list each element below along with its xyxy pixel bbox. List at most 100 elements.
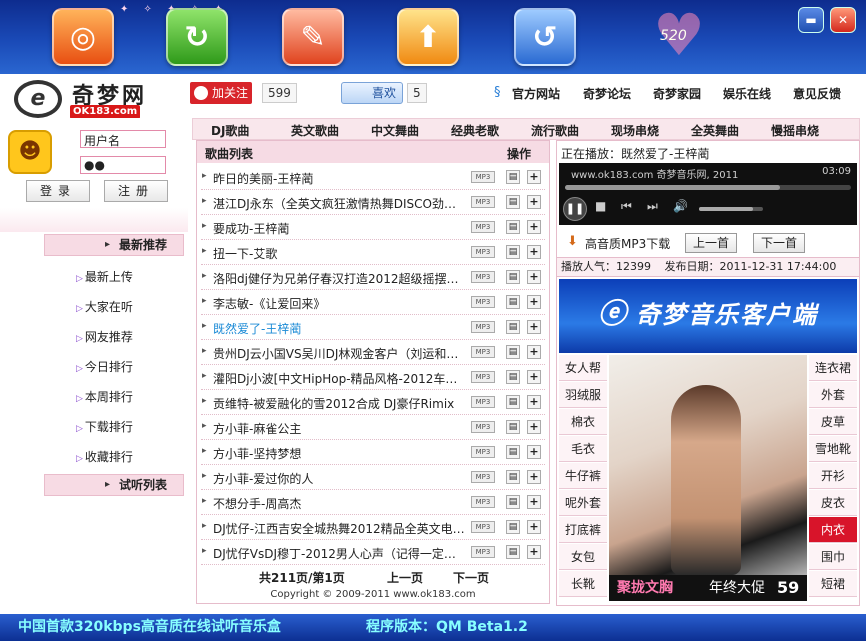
mp3-badge[interactable]: MP3: [471, 546, 495, 558]
ad-tag[interactable]: 毛衣: [559, 436, 607, 462]
volume-icon[interactable]: 🔊: [673, 199, 688, 213]
ad-tag[interactable]: 皮草: [809, 409, 857, 435]
song-row[interactable]: DJ忧仔VsDJ穆丁-2012男人心声（记得一定要… MP3 ▤ +: [201, 540, 545, 565]
section-latest-recommend[interactable]: 最新推荐: [44, 234, 184, 256]
add-icon[interactable]: +: [527, 195, 541, 209]
song-title[interactable]: 方小菲-坚持梦想: [213, 445, 465, 462]
close-button[interactable]: ✕: [830, 7, 856, 33]
download-icon[interactable]: ▤: [506, 320, 520, 334]
mp3-badge[interactable]: MP3: [471, 271, 495, 283]
tab-pop[interactable]: 流行歌曲: [531, 122, 579, 139]
pause-button[interactable]: ❚❚: [563, 197, 587, 221]
link-forum[interactable]: 奇梦论坛: [583, 85, 631, 102]
song-row[interactable]: 湛江DJ永东（全英文疯狂激情热舞DISCO劲爆… MP3 ▤ +: [201, 190, 545, 215]
prev-track-icon[interactable]: ⏮: [621, 199, 632, 214]
link-feedback[interactable]: 意见反馈: [793, 85, 841, 102]
tab-slow-medley[interactable]: 慢摇串烧: [771, 122, 819, 139]
mp3-badge[interactable]: MP3: [471, 496, 495, 508]
add-icon[interactable]: +: [527, 170, 541, 184]
ad-tag[interactable]: 短裙: [809, 571, 857, 597]
add-icon[interactable]: +: [527, 245, 541, 259]
register-button[interactable]: 注册: [104, 180, 168, 202]
add-icon[interactable]: +: [527, 470, 541, 484]
weibo-follow-button[interactable]: 加关注: [190, 82, 252, 104]
notes-icon[interactable]: ✎: [282, 8, 344, 66]
ad-tag[interactable]: 棉衣: [559, 409, 607, 435]
mp3-badge[interactable]: MP3: [471, 446, 495, 458]
password-field[interactable]: ●●: [80, 156, 166, 174]
mp3-badge[interactable]: MP3: [471, 371, 495, 383]
next-page-link[interactable]: 下一页: [453, 569, 489, 586]
download-icon[interactable]: ▤: [506, 520, 520, 534]
progress-bar[interactable]: [565, 185, 851, 190]
song-title[interactable]: 贡维特-被爱融化的雪2012合成 DJ豪仔Rimix: [213, 395, 465, 412]
ad-tag[interactable]: 女人帮: [559, 355, 607, 381]
add-icon[interactable]: +: [527, 520, 541, 534]
tab-classic[interactable]: 经典老歌: [451, 122, 499, 139]
sidebar-item-week-rank[interactable]: 本周排行: [76, 388, 133, 405]
ad-tag[interactable]: 女包: [559, 544, 607, 570]
download-icon[interactable]: ▤: [506, 495, 520, 509]
login-button[interactable]: 登录: [26, 180, 90, 202]
tab-live-medley[interactable]: 现场串烧: [611, 122, 659, 139]
section-listen-list[interactable]: 试听列表: [44, 474, 184, 496]
ad-tag[interactable]: 牛仔裤: [559, 463, 607, 489]
add-icon[interactable]: +: [527, 370, 541, 384]
ad-tag[interactable]: 皮衣: [809, 490, 857, 516]
ad-tag[interactable]: 连衣裙: [809, 355, 857, 381]
download-icon[interactable]: ▤: [506, 245, 520, 259]
sidebar-item-latest-upload[interactable]: 最新上传: [76, 268, 133, 285]
download-icon[interactable]: ▤: [506, 170, 520, 184]
song-row[interactable]: 不想分手-周高杰 MP3 ▤ +: [201, 490, 545, 515]
add-icon[interactable]: +: [527, 345, 541, 359]
mp3-badge[interactable]: MP3: [471, 421, 495, 433]
song-title[interactable]: 洛阳dj健仔为兄弟仔春汉打造2012超级摇摆…: [213, 270, 465, 287]
next-track-icon[interactable]: ⏭: [647, 199, 658, 214]
mp3-badge[interactable]: MP3: [471, 246, 495, 258]
ad-tag[interactable]: 长靴: [559, 571, 607, 597]
link-entertainment[interactable]: 娱乐在线: [723, 85, 771, 102]
song-title[interactable]: 李志敏-《让爱回来》: [213, 295, 465, 312]
mp3-badge[interactable]: MP3: [471, 196, 495, 208]
song-title[interactable]: 要成功-王梓蔺: [213, 220, 465, 237]
song-title[interactable]: 方小菲-爱过你的人: [213, 470, 465, 487]
ad-tag[interactable]: 打底裤: [559, 517, 607, 543]
prev-song-button[interactable]: 上一首: [685, 233, 737, 253]
mp3-badge[interactable]: MP3: [471, 296, 495, 308]
ad-photo[interactable]: 聚拢文胸 年终大促 59: [609, 355, 807, 601]
download-icon[interactable]: ▤: [506, 295, 520, 309]
song-row[interactable]: 方小菲-爱过你的人 MP3 ▤ +: [201, 465, 545, 490]
ad-tag[interactable]: 开衫: [809, 463, 857, 489]
mp3-badge[interactable]: MP3: [471, 171, 495, 183]
sidebar-item-favorite-rank[interactable]: 收藏排行: [76, 448, 133, 465]
mp3-badge[interactable]: MP3: [471, 471, 495, 483]
mp3-badge[interactable]: MP3: [471, 346, 495, 358]
song-row[interactable]: 扭一下-艾歌 MP3 ▤ +: [201, 240, 545, 265]
volume-slider[interactable]: [699, 207, 763, 211]
ad-tag[interactable]: 呢外套: [559, 490, 607, 516]
song-row[interactable]: 贡维特-被爱融化的雪2012合成 DJ豪仔Rimix MP3 ▤ +: [201, 390, 545, 415]
sidebar-item-everyone-listening[interactable]: 大家在听: [76, 298, 133, 315]
song-row[interactable]: 方小菲-麻雀公主 MP3 ▤ +: [201, 415, 545, 440]
upload-icon[interactable]: ⬆: [397, 8, 459, 66]
add-icon[interactable]: +: [527, 445, 541, 459]
song-title[interactable]: 既然爱了-王梓蔺: [213, 320, 465, 337]
stop-button[interactable]: ■: [595, 199, 606, 213]
like-button[interactable]: 喜欢: [341, 82, 403, 104]
download-icon[interactable]: ▤: [506, 370, 520, 384]
tab-chinese-dance[interactable]: 中文舞曲: [371, 122, 419, 139]
tab-dj[interactable]: DJ歌曲: [211, 122, 249, 139]
add-icon[interactable]: +: [527, 295, 541, 309]
song-row[interactable]: 方小菲-坚持梦想 MP3 ▤ +: [201, 440, 545, 465]
add-icon[interactable]: +: [527, 420, 541, 434]
username-field[interactable]: 用户名: [80, 130, 166, 148]
ad-tag[interactable]: 雪地靴: [809, 436, 857, 462]
sidebar-item-download-rank[interactable]: 下载排行: [76, 418, 133, 435]
song-title[interactable]: 昨日的美丽-王梓蔺: [213, 170, 465, 187]
song-row[interactable]: DJ忧仔-江西吉安全城热舞2012精品全英文电… MP3 ▤ +: [201, 515, 545, 540]
add-icon[interactable]: +: [527, 495, 541, 509]
tab-english-dance[interactable]: 全英舞曲: [691, 122, 739, 139]
mp3-badge[interactable]: MP3: [471, 321, 495, 333]
song-row[interactable]: 要成功-王梓蔺 MP3 ▤ +: [201, 215, 545, 240]
add-icon[interactable]: +: [527, 545, 541, 559]
